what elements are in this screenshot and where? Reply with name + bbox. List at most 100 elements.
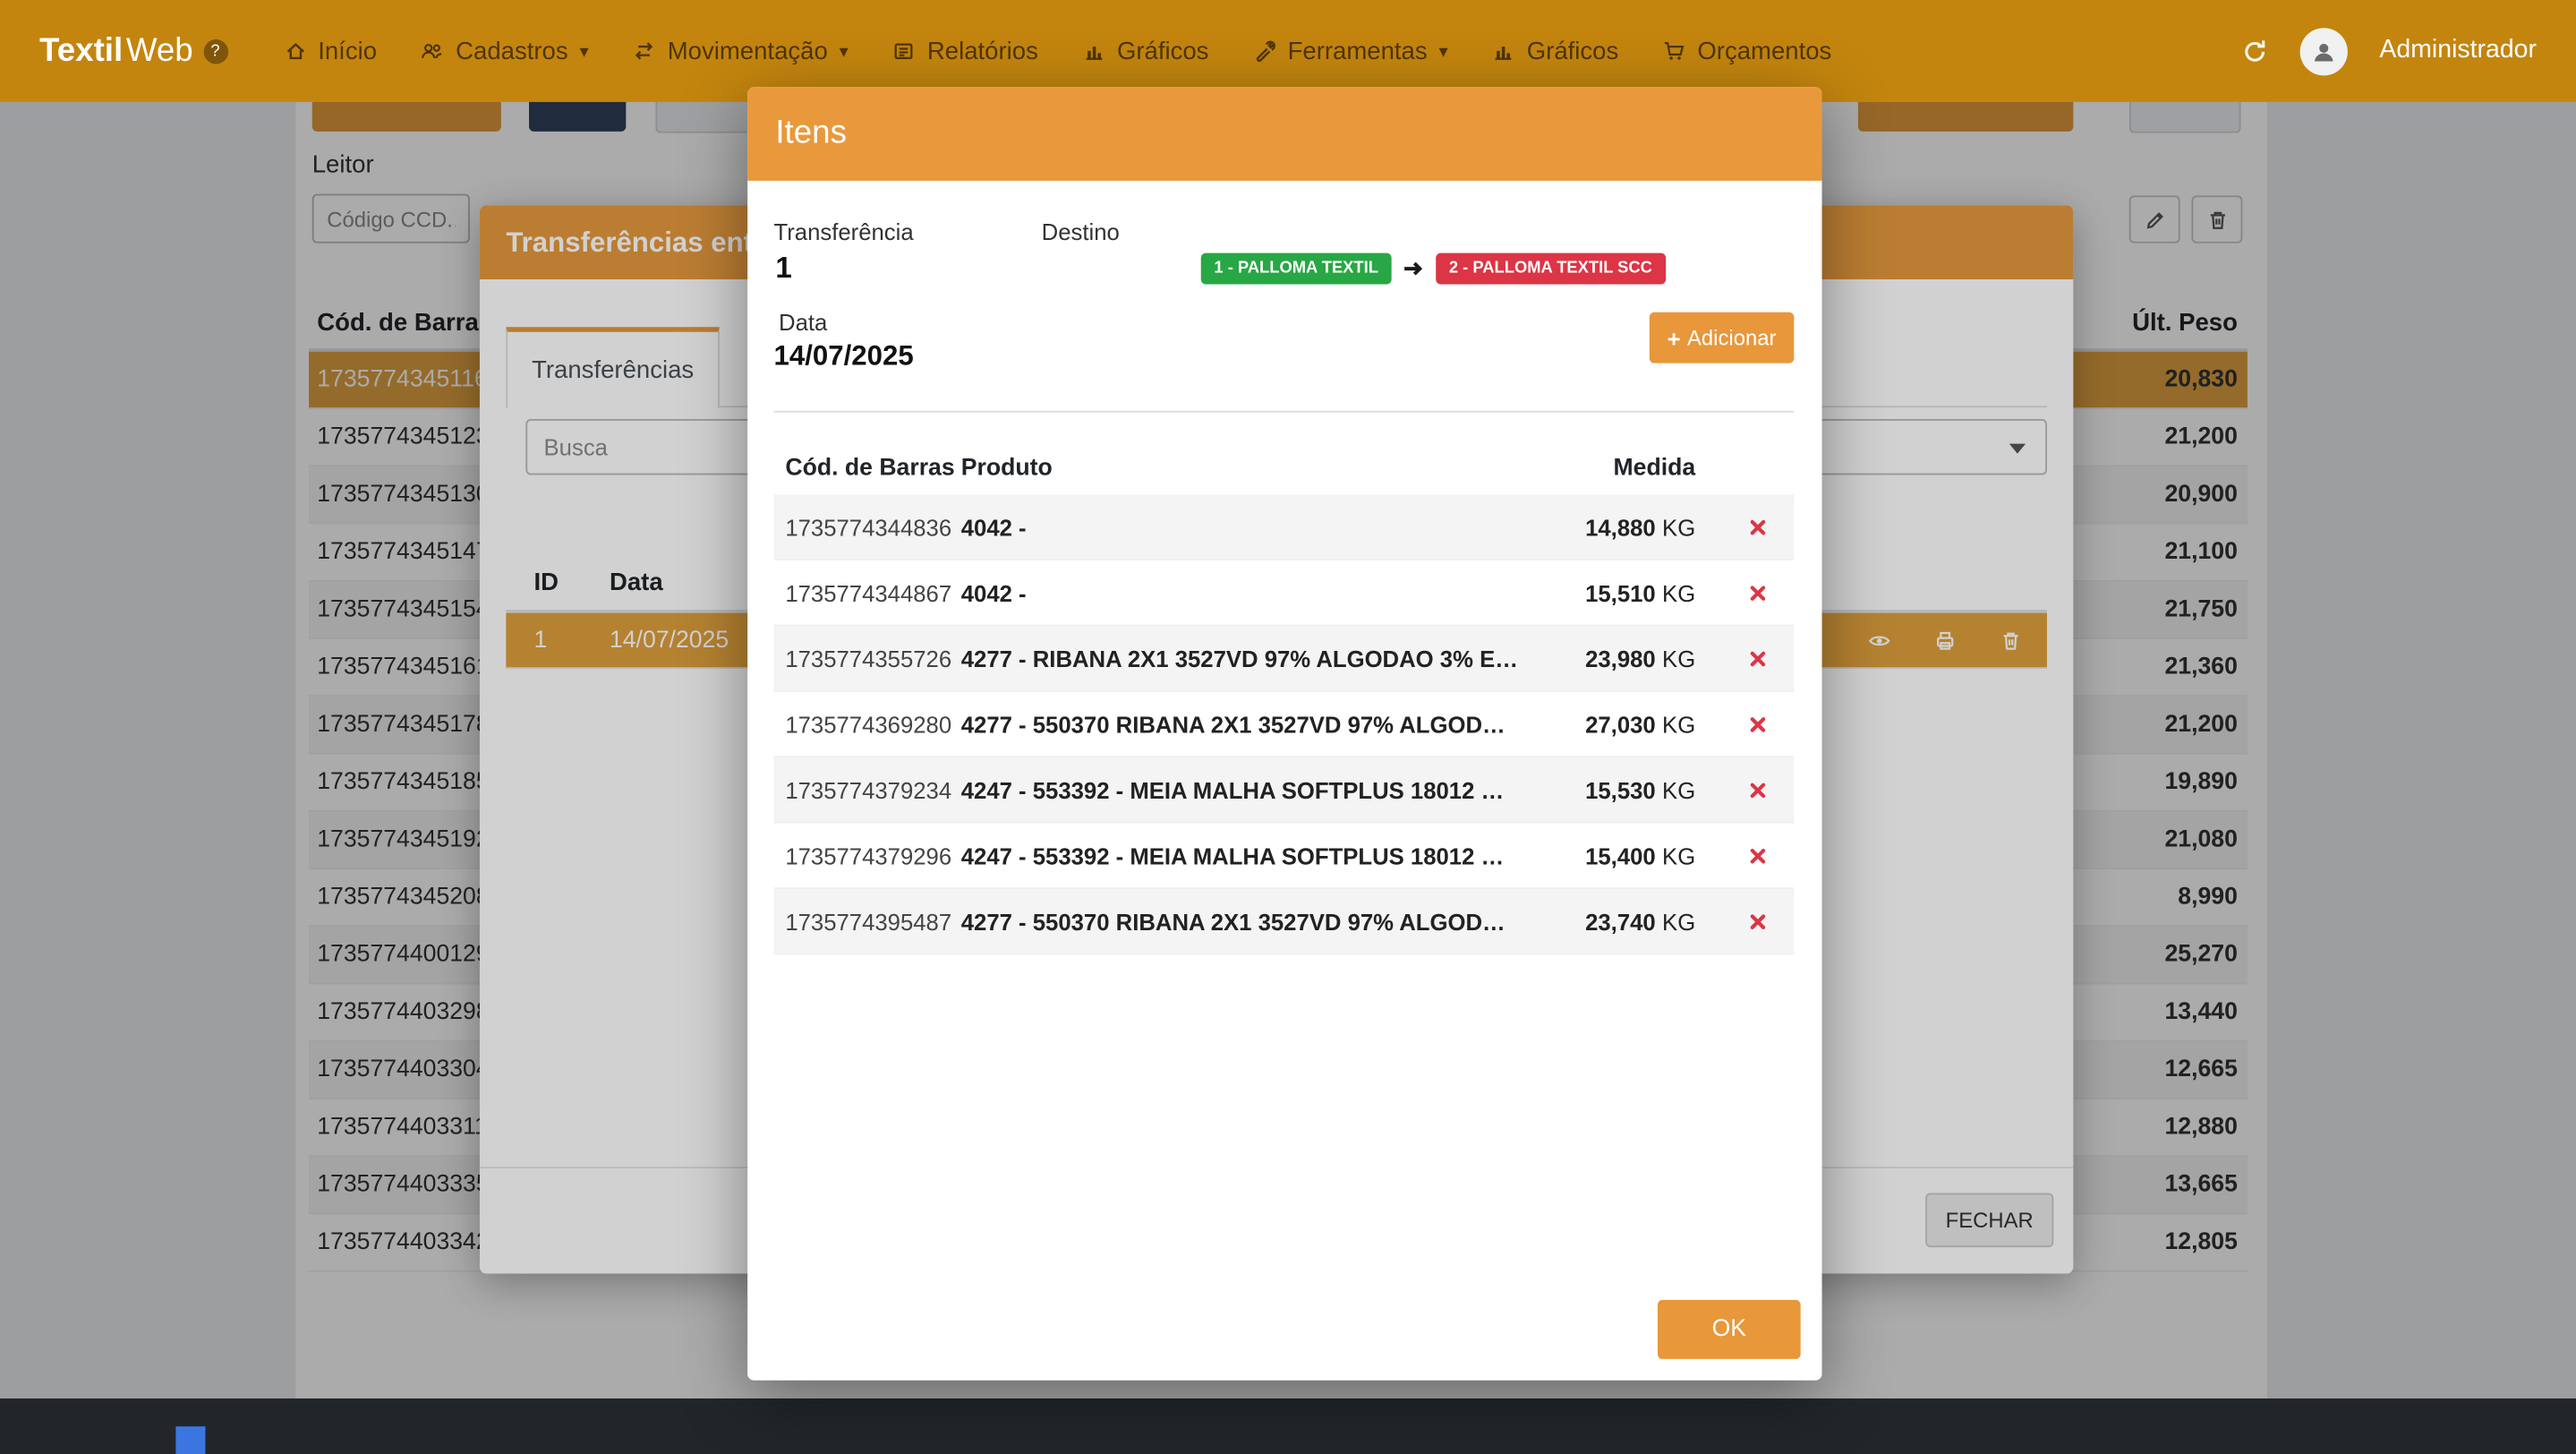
nav-graficos-2[interactable]: Gráficos [1492, 37, 1618, 64]
item-row: 1735774379234 4247 - 553392 - MEIA MALHA… [774, 757, 1795, 823]
remove-item-button[interactable] [1748, 845, 1768, 865]
item-barcode-cell: 1735774344836 [774, 514, 961, 540]
item-medida-cell: 15,510KG [1524, 579, 1721, 605]
item-barcode-cell: 1735774379234 [774, 776, 961, 802]
item-produto-cell: 4247 - 553392 - MEIA MALHA SOFTPLUS 1801… [961, 776, 1525, 802]
nav-label: Gráficos [1117, 37, 1209, 64]
cart-icon [1663, 39, 1686, 63]
item-produto-cell: 4247 - 553392 - MEIA MALHA SOFTPLUS 1801… [961, 842, 1525, 868]
item-produto-cell: 4042 - [961, 579, 1525, 605]
nav-movimentacao[interactable]: Movimentação ▾ [633, 37, 849, 64]
item-medida-cell: 15,400KG [1524, 842, 1721, 868]
nav-orcamentos[interactable]: Orçamentos [1663, 37, 1832, 64]
item-barcode-cell: 1735774379296 [774, 842, 961, 868]
x-icon [1748, 714, 1768, 734]
home-icon [284, 39, 307, 63]
nav-relatorios[interactable]: Relatórios [892, 37, 1037, 64]
transferencia-label: Transferência [774, 218, 914, 244]
bar-chart-icon [1492, 39, 1515, 63]
remove-item-button[interactable] [1748, 911, 1768, 931]
item-row: 1735774379296 4247 - 553392 - MEIA MALHA… [774, 824, 1795, 889]
item-barcode-cell: 1735774344867 [774, 579, 961, 605]
remove-item-button[interactable] [1748, 648, 1768, 668]
remove-item-button[interactable] [1748, 780, 1768, 800]
refresh-icon [2241, 37, 2269, 64]
help-icon[interactable]: ? [203, 38, 228, 64]
nav-label: Gráficos [1527, 37, 1619, 64]
user-icon [2310, 37, 2338, 64]
user-name[interactable]: Administrador [2379, 36, 2537, 65]
item-actions-cell [1722, 845, 1795, 865]
item-row: 1735774344867 4042 - 15,510KG [774, 560, 1795, 626]
col-medida-header: Medida [1524, 455, 1721, 481]
nav-label: Orçamentos [1697, 37, 1831, 64]
caret-down-icon: ▾ [840, 40, 849, 62]
origin-badge: 1 - PALLOMA TEXTIL [1201, 253, 1392, 285]
item-row: 1735774344836 4042 - 14,880KG [774, 494, 1795, 560]
itens-table-body: 1735774344836 4042 - 14,880KG 1735774344… [774, 494, 1795, 954]
arrow-right-icon [1402, 256, 1427, 281]
item-row: 1735774395487 4277 - 550370 RIBANA 2X1 3… [774, 889, 1795, 954]
item-produto-cell: 4277 - 550370 RIBANA 2X1 3527VD 97% ALGO… [961, 908, 1525, 934]
item-medida-cell: 14,880KG [1524, 514, 1721, 540]
col-barcode-header: Cód. de Barras [774, 455, 961, 481]
item-medida-cell: 23,980KG [1524, 645, 1721, 671]
item-medida-cell: 15,530KG [1524, 776, 1721, 802]
item-actions-cell [1722, 714, 1795, 734]
nav-label: Cadastros [456, 37, 567, 64]
x-icon [1748, 583, 1768, 603]
item-row: 1735774355726 4277 - RIBANA 2X1 3527VD 9… [774, 626, 1795, 691]
exchange-icon [633, 39, 656, 63]
section-divider [774, 411, 1795, 413]
nav-graficos[interactable]: Gráficos [1082, 37, 1208, 64]
x-icon [1748, 780, 1768, 800]
item-actions-cell [1722, 780, 1795, 800]
itens-modal: Itens Transferência Destino 1 1 - PALLOM… [747, 87, 1821, 1381]
item-actions-cell [1722, 517, 1795, 536]
nav-inicio[interactable]: Início [284, 37, 377, 64]
item-produto-cell: 4277 - 550370 RIBANA 2X1 3527VD 97% ALGO… [961, 711, 1525, 737]
nav-label: Movimentação [668, 37, 828, 64]
avatar[interactable] [2300, 27, 2348, 74]
item-actions-cell [1722, 648, 1795, 668]
users-icon [422, 39, 445, 63]
data-label: Data [779, 309, 827, 335]
col-produto-header: Produto [961, 455, 1525, 481]
remove-item-button[interactable] [1748, 517, 1768, 536]
ok-button[interactable]: OK [1658, 1300, 1801, 1359]
nav-ferramentas[interactable]: Ferramentas ▾ [1253, 37, 1448, 64]
remove-item-button[interactable] [1748, 714, 1768, 734]
app-stage: Leitor Cód. de Barras Últ. Peso 17357743… [0, 0, 2576, 1454]
adicionar-label: Adicionar [1687, 325, 1776, 350]
caret-down-icon: ▾ [1438, 40, 1447, 62]
adicionar-button[interactable]: + Adicionar [1650, 312, 1795, 364]
brand[interactable]: TextilWeb ? [39, 32, 227, 70]
itens-table-header: Cód. de Barras Produto Medida [774, 440, 1795, 498]
remove-item-button[interactable] [1748, 583, 1768, 603]
report-icon [892, 39, 916, 63]
destino-badges: 1 - PALLOMA TEXTIL 2 - PALLOMA TEXTIL SC… [1201, 253, 1666, 285]
item-actions-cell [1722, 583, 1795, 603]
nav-right: Administrador [2241, 27, 2537, 74]
item-barcode-cell: 1735774355726 [774, 645, 961, 671]
destino-label: Destino [1042, 218, 1120, 244]
plus-icon: + [1668, 325, 1681, 351]
item-barcode-cell: 1735774369280 [774, 711, 961, 737]
brand-textil: Textil [39, 32, 123, 70]
itens-modal-header: Itens [747, 87, 1821, 181]
caret-down-icon: ▾ [579, 40, 588, 62]
item-produto-cell: 4277 - RIBANA 2X1 3527VD 97% ALGODAO 3% … [961, 645, 1525, 671]
bottom-left-blue-badge[interactable] [175, 1426, 205, 1454]
item-actions-cell [1722, 911, 1795, 931]
nav-items: Início Cadastros ▾ Movimentação ▾ Relató… [284, 37, 1832, 64]
refresh-button[interactable] [2241, 37, 2269, 64]
item-medida-cell: 27,030KG [1524, 711, 1721, 737]
item-produto-cell: 4042 - [961, 514, 1525, 540]
transferencia-value: 1 [775, 252, 791, 287]
bar-chart-icon [1082, 39, 1105, 63]
x-icon [1748, 911, 1768, 931]
nav-cadastros[interactable]: Cadastros ▾ [422, 37, 589, 64]
nav-label: Início [318, 37, 377, 64]
destination-badge: 2 - PALLOMA TEXTIL SCC [1436, 253, 1665, 285]
itens-modal-title: Itens [775, 115, 847, 152]
